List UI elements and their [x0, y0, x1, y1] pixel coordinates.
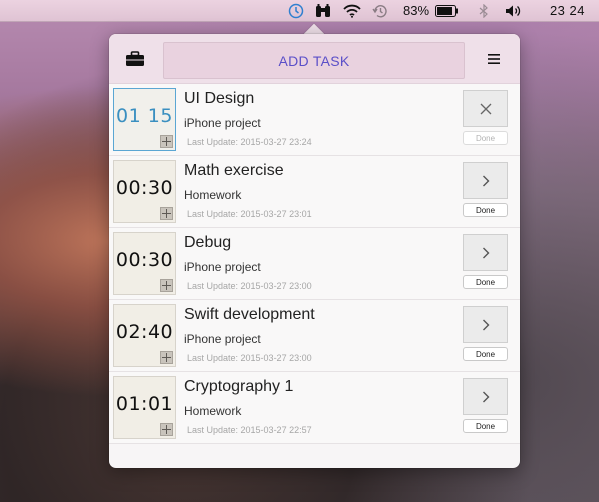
hamburger-menu-icon[interactable]	[487, 52, 501, 66]
task-popover: ADD TASK 01 15 UI Design iPhone project …	[109, 34, 520, 468]
wifi-icon[interactable]	[337, 0, 367, 22]
done-button[interactable]: Done	[463, 131, 508, 145]
popover-header: ADD TASK	[109, 34, 520, 84]
done-button[interactable]: Done	[463, 275, 508, 289]
task-row[interactable]: 01:01 Cryptography 1 Homework Last Updat…	[109, 372, 520, 444]
task-row[interactable]: 00:30 Debug iPhone project Last Update: …	[109, 228, 520, 300]
task-last-update: Last Update: 2015-03-27 22:57	[187, 425, 312, 435]
task-list: 01 15 UI Design iPhone project Last Upda…	[109, 84, 520, 444]
start-task-button[interactable]	[463, 162, 508, 199]
task-timer[interactable]: 01:01	[113, 376, 176, 439]
task-last-update: Last Update: 2015-03-27 23:01	[187, 209, 312, 219]
bluetooth-icon[interactable]	[469, 0, 499, 22]
task-title: Debug	[184, 234, 232, 251]
task-title: UI Design	[184, 90, 255, 107]
task-timer[interactable]: 00:30	[113, 160, 176, 223]
add-time-icon[interactable]	[160, 279, 173, 292]
chevron-right-icon	[482, 391, 489, 402]
task-title: Math exercise	[184, 162, 284, 179]
timer-value: 01:01	[115, 393, 174, 415]
task-timer[interactable]: 02:40	[113, 304, 176, 367]
timer-value: 01 15	[116, 105, 173, 127]
add-time-icon[interactable]	[160, 135, 173, 148]
add-task-button[interactable]: ADD TASK	[163, 42, 465, 79]
task-project: Homework	[184, 188, 242, 202]
task-row[interactable]: 00:30 Math exercise Homework Last Update…	[109, 156, 520, 228]
battery-icon	[435, 4, 459, 17]
task-timer[interactable]: 01 15	[113, 88, 176, 151]
menubar-clock[interactable]: 23 24	[529, 0, 585, 22]
clock-icon[interactable]	[283, 0, 309, 22]
add-time-icon[interactable]	[160, 351, 173, 364]
task-project: iPhone project	[184, 260, 261, 274]
chevron-right-icon	[482, 247, 489, 258]
task-title: Swift development	[184, 306, 315, 323]
timer-value: 02:40	[115, 321, 174, 343]
task-project: iPhone project	[184, 332, 261, 346]
task-last-update: Last Update: 2015-03-27 23:24	[187, 137, 312, 147]
timer-value: 00:30	[115, 177, 174, 199]
start-task-button[interactable]	[463, 306, 508, 343]
stop-task-button[interactable]	[463, 90, 508, 127]
close-icon	[480, 103, 491, 114]
add-time-icon[interactable]	[160, 423, 173, 436]
task-last-update: Last Update: 2015-03-27 23:00	[187, 281, 312, 291]
task-row[interactable]: 02:40 Swift development iPhone project L…	[109, 300, 520, 372]
done-button[interactable]: Done	[463, 419, 508, 433]
battery-percent: 83%	[402, 3, 430, 18]
menu-bar: 83% 23 24	[0, 0, 599, 22]
task-timer[interactable]: 00:30	[113, 232, 176, 295]
battery-status[interactable]: 83%	[393, 0, 469, 22]
volume-icon[interactable]	[499, 0, 529, 22]
chevron-right-icon	[482, 319, 489, 330]
add-time-icon[interactable]	[160, 207, 173, 220]
task-title: Cryptography 1	[184, 378, 294, 395]
binoculars-icon[interactable]	[309, 0, 337, 22]
task-last-update: Last Update: 2015-03-27 23:00	[187, 353, 312, 363]
start-task-button[interactable]	[463, 234, 508, 271]
task-project: iPhone project	[184, 116, 261, 130]
done-button[interactable]: Done	[463, 347, 508, 361]
task-project: Homework	[184, 404, 242, 418]
done-button[interactable]: Done	[463, 203, 508, 217]
task-row[interactable]: 01 15 UI Design iPhone project Last Upda…	[109, 84, 520, 156]
chevron-right-icon	[482, 175, 489, 186]
briefcase-icon[interactable]	[125, 51, 145, 67]
timer-value: 00:30	[115, 249, 174, 271]
time-machine-icon[interactable]	[367, 0, 393, 22]
start-task-button[interactable]	[463, 378, 508, 415]
